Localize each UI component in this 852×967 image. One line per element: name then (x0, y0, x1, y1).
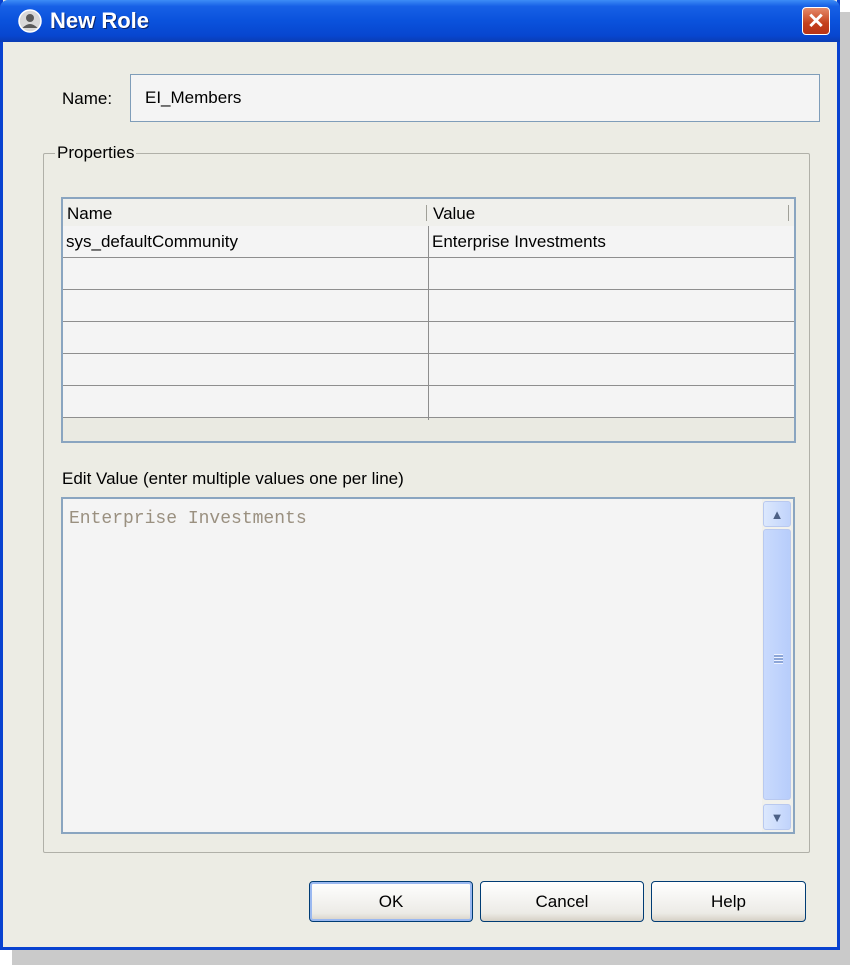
column-divider[interactable] (426, 205, 427, 221)
scroll-thumb[interactable] (763, 529, 791, 800)
name-input[interactable]: EI_Members (130, 74, 820, 122)
column-divider[interactable] (788, 205, 789, 221)
name-input-value: EI_Members (145, 88, 242, 107)
column-separator (428, 226, 429, 420)
property-value-cell[interactable] (429, 322, 794, 353)
table-header: Name Value (63, 199, 794, 227)
scroll-down-button[interactable]: ▼ (763, 804, 791, 830)
chevron-up-icon: ▲ (770, 506, 784, 522)
property-name-cell[interactable] (63, 290, 428, 321)
property-name-cell[interactable] (63, 354, 428, 385)
property-name-cell[interactable] (63, 386, 428, 417)
help-button[interactable]: Help (651, 881, 806, 922)
edit-value-label: Edit Value (enter multiple values one pe… (62, 469, 404, 488)
role-person-icon (18, 9, 42, 33)
edit-value-text: Enterprise Investments (69, 509, 307, 529)
property-value-cell[interactable] (429, 290, 794, 321)
properties-table: Name Value sys_defaultCommunity Enterpri… (61, 197, 796, 443)
property-value-cell[interactable] (429, 386, 794, 417)
properties-legend: Properties (55, 143, 137, 163)
close-button[interactable]: ✕ (802, 7, 830, 35)
dialog-title: New Role (50, 8, 150, 33)
ok-button[interactable]: OK (309, 881, 473, 922)
property-name-cell[interactable] (63, 322, 428, 353)
scroll-up-button[interactable]: ▲ (763, 501, 791, 527)
name-label: Name: (62, 89, 113, 108)
chevron-down-icon: ▼ (770, 809, 784, 825)
grip-icon (774, 654, 783, 664)
column-header-name[interactable]: Name (63, 199, 428, 226)
edit-value-textarea[interactable]: Enterprise Investments ▲ ▼ (61, 497, 795, 834)
property-value-cell[interactable] (429, 258, 794, 289)
column-header-value[interactable]: Value (429, 199, 789, 226)
close-icon: ✕ (807, 9, 825, 33)
property-name-cell[interactable]: sys_defaultCommunity (63, 226, 428, 257)
property-value-cell[interactable] (429, 354, 794, 385)
cancel-button[interactable]: Cancel (480, 881, 644, 922)
property-name-cell[interactable] (63, 258, 428, 289)
property-value-cell[interactable]: Enterprise Investments (429, 226, 794, 257)
title-bar[interactable]: New Role ✕ (0, 0, 840, 42)
vertical-scrollbar[interactable]: ▲ ▼ (762, 499, 793, 832)
